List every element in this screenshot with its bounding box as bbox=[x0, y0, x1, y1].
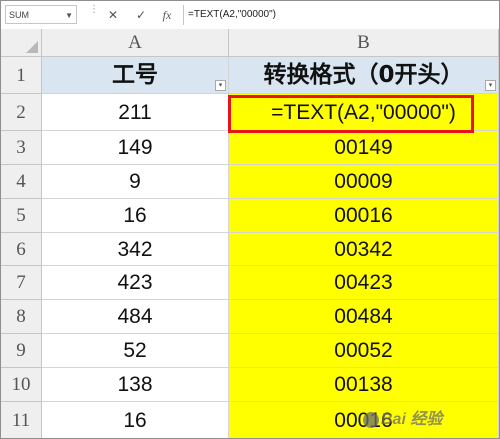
table-cell-b[interactable]: 00423 bbox=[229, 266, 499, 300]
table-cell-a[interactable]: 423 bbox=[42, 266, 229, 300]
table-cell-a[interactable]: 149 bbox=[42, 131, 229, 165]
chevron-down-icon[interactable]: ▼ bbox=[65, 6, 73, 25]
watermark: Bai 经验 bbox=[361, 405, 442, 429]
formula-bar: SUM ▼ ⋮ ✕ ✓ fx =TEXT(A2,"00000") bbox=[1, 1, 499, 30]
cancel-icon[interactable]: ✕ bbox=[103, 6, 123, 24]
row-header-7[interactable]: 7 bbox=[1, 266, 42, 300]
formula-input[interactable]: =TEXT(A2,"00000") bbox=[188, 5, 276, 25]
watermark-text: Bai 经验 bbox=[381, 411, 443, 428]
row-header-9[interactable]: 9 bbox=[1, 334, 42, 368]
column-header-b[interactable]: B bbox=[229, 29, 499, 57]
table-cell-a[interactable]: 484 bbox=[42, 300, 229, 334]
row-header-10[interactable]: 10 bbox=[1, 368, 42, 402]
insert-function-icon[interactable]: fx bbox=[157, 6, 177, 24]
table-cell-a[interactable]: 16 bbox=[42, 402, 229, 438]
name-box-value: SUM bbox=[9, 10, 29, 20]
column-header-a[interactable]: A bbox=[42, 29, 229, 57]
paw-icon bbox=[363, 411, 379, 428]
header-label: 转换格式（0开头） bbox=[263, 62, 464, 88]
active-cell-selection bbox=[228, 95, 474, 133]
row-header-5[interactable]: 5 bbox=[1, 199, 42, 233]
table-cell-b[interactable]: 00149 bbox=[229, 131, 499, 165]
divider bbox=[183, 5, 184, 25]
header-cell-a[interactable]: 工号 ▾ bbox=[42, 57, 229, 94]
select-all-corner[interactable] bbox=[1, 29, 42, 57]
table-cell-a[interactable]: 52 bbox=[42, 334, 229, 368]
filter-dropdown-icon[interactable]: ▾ bbox=[215, 80, 226, 91]
row-header-4[interactable]: 4 bbox=[1, 165, 42, 199]
filter-dropdown-icon[interactable]: ▾ bbox=[485, 80, 496, 91]
table-cell-a[interactable]: 16 bbox=[42, 199, 229, 233]
spreadsheet-window: SUM ▼ ⋮ ✕ ✓ fx =TEXT(A2,"00000") A B 1 2… bbox=[0, 0, 500, 439]
table-cell-b[interactable]: 00052 bbox=[229, 334, 499, 368]
name-box[interactable]: SUM ▼ bbox=[5, 5, 77, 24]
header-cell-b[interactable]: 转换格式（0开头） ▾ bbox=[229, 57, 499, 94]
row-header-6[interactable]: 6 bbox=[1, 233, 42, 266]
enter-icon[interactable]: ✓ bbox=[131, 6, 151, 24]
row-header-3[interactable]: 3 bbox=[1, 131, 42, 165]
table-cell-a[interactable]: 138 bbox=[42, 368, 229, 402]
table-cell-b[interactable]: 00016 bbox=[229, 199, 499, 233]
table-cell-b[interactable]: 00138 bbox=[229, 368, 499, 402]
table-cell-a[interactable]: 9 bbox=[42, 165, 229, 199]
row-header-11[interactable]: 11 bbox=[1, 402, 42, 438]
table-cell-b[interactable]: 00009 bbox=[229, 165, 499, 199]
row-header-1[interactable]: 1 bbox=[1, 57, 42, 94]
grip-icon: ⋮ bbox=[89, 4, 99, 15]
table-cell-b[interactable]: 00484 bbox=[229, 300, 499, 334]
row-header-2[interactable]: 2 bbox=[1, 94, 42, 131]
header-label: 工号 bbox=[112, 62, 158, 88]
select-all-icon bbox=[26, 41, 38, 53]
row-header-8[interactable]: 8 bbox=[1, 300, 42, 334]
table-cell-a[interactable]: 342 bbox=[42, 233, 229, 266]
table-cell-b[interactable]: 00342 bbox=[229, 233, 499, 266]
table-cell-a[interactable]: 211 bbox=[42, 94, 229, 131]
